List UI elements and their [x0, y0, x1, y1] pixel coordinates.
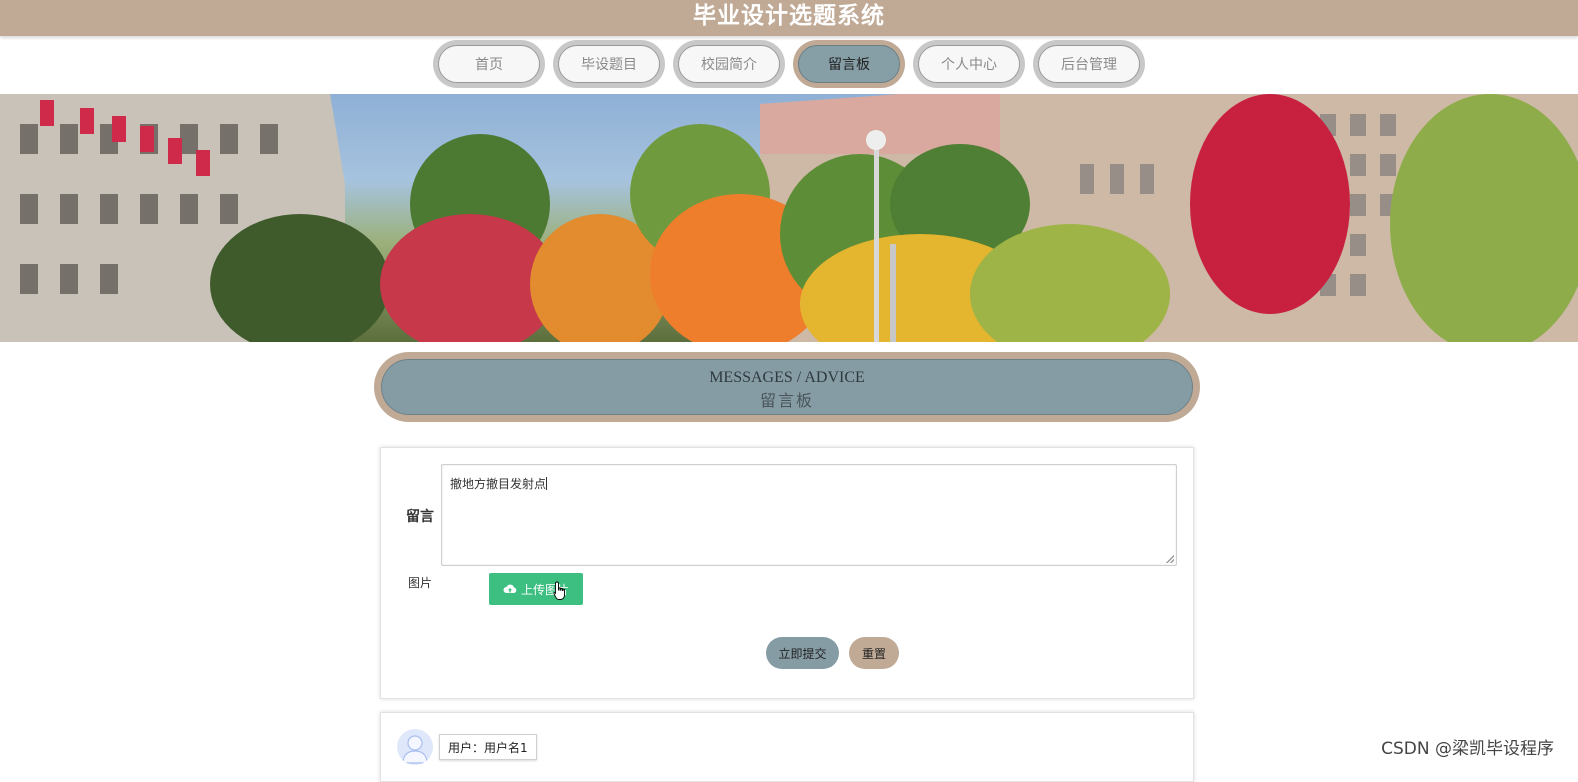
- banner-image: [0, 94, 1578, 342]
- hand-cursor-icon: [553, 581, 565, 600]
- nav-item-topics[interactable]: 毕设题目: [553, 40, 665, 88]
- nav-item-label: 首页: [438, 45, 540, 83]
- comment-item: 用户：用户名1: [380, 712, 1194, 782]
- section-title-en: MESSAGES / ADVICE: [709, 369, 865, 386]
- section-heading-inner: MESSAGES / ADVICE 留言板: [381, 359, 1193, 415]
- message-label: 留言: [406, 509, 434, 525]
- message-textarea[interactable]: 撤地方撤目发射点: [441, 464, 1177, 566]
- nav-item-messages[interactable]: 留言板: [793, 40, 905, 88]
- app-header: 毕业设计选题系统: [0, 0, 1578, 36]
- image-label: 图片: [408, 576, 433, 590]
- text-caret: [546, 477, 548, 490]
- resize-grip-icon[interactable]: [1166, 555, 1174, 563]
- message-text: 撤地方撤目发射点: [450, 477, 547, 491]
- app-title: 毕业设计选题系统: [693, 3, 885, 29]
- nav-item-label: 毕设题目: [558, 45, 660, 83]
- message-form: 留言 撤地方撤目发射点 图片 上传图片 立即提交 重置: [380, 447, 1194, 699]
- nav-item-label: 个人中心: [918, 45, 1020, 83]
- banner-illustration: [0, 94, 1578, 342]
- section-title-cn: 留言板: [759, 393, 814, 410]
- cloud-upload-icon: [503, 584, 517, 593]
- nav-item-label: 留言板: [798, 45, 900, 83]
- reset-button[interactable]: 重置: [849, 637, 899, 669]
- comment-username: 用户：用户名1: [439, 734, 537, 760]
- nav-item-label: 校园简介: [678, 45, 780, 83]
- submit-button[interactable]: 立即提交: [766, 637, 839, 669]
- nav-item-profile[interactable]: 个人中心: [913, 40, 1025, 88]
- watermark-text: CSDN @梁凯毕设程序: [1381, 739, 1554, 759]
- section-heading: MESSAGES / ADVICE 留言板: [374, 352, 1200, 422]
- nav-item-label: 后台管理: [1038, 45, 1140, 83]
- nav-item-admin[interactable]: 后台管理: [1033, 40, 1145, 88]
- user-avatar-icon: [402, 735, 428, 764]
- nav-item-home[interactable]: 首页: [433, 40, 545, 88]
- nav-item-campus[interactable]: 校园简介: [673, 40, 785, 88]
- main-nav: 首页 毕设题目 校园简介 留言板 个人中心 后台管理: [0, 40, 1578, 90]
- avatar: [397, 729, 433, 765]
- upload-image-button[interactable]: 上传图片: [489, 573, 583, 605]
